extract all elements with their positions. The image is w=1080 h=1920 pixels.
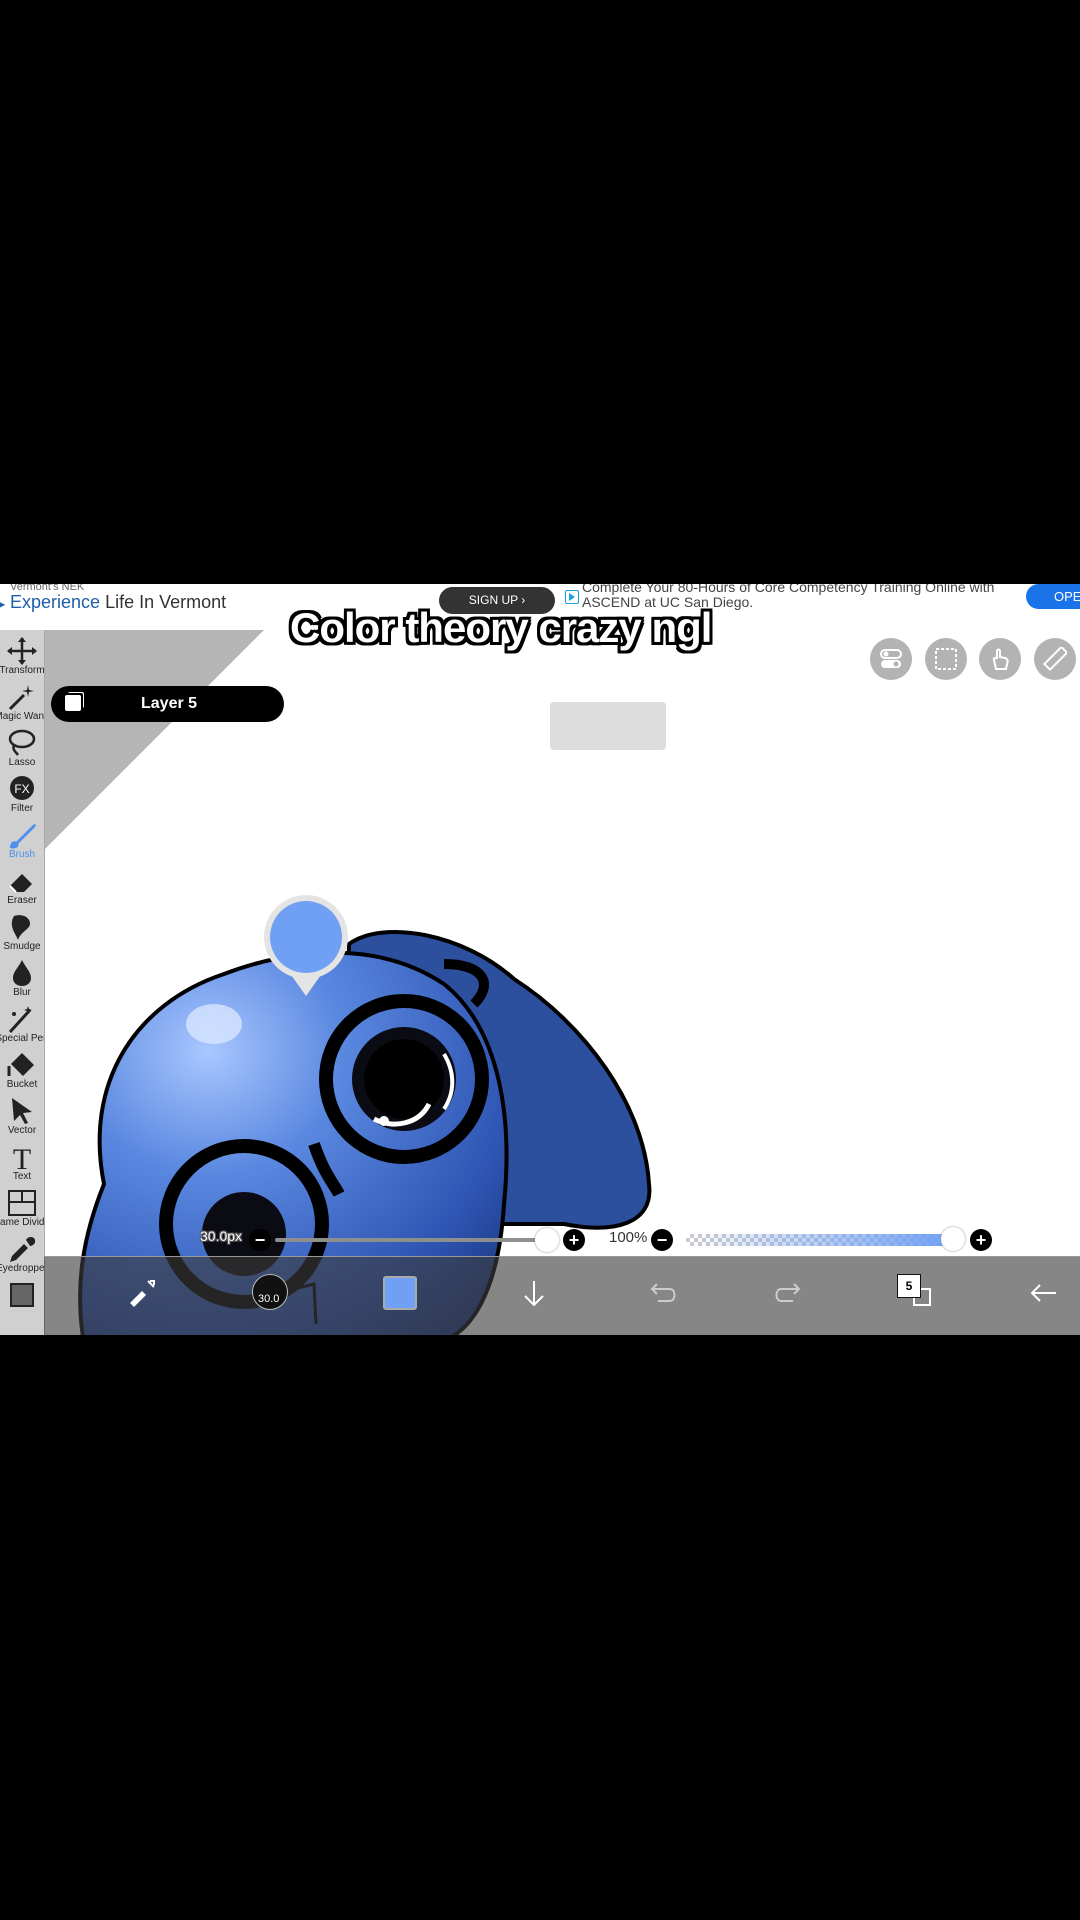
brush-size-slider[interactable] (275, 1238, 545, 1242)
opacity-slider[interactable] (686, 1234, 954, 1246)
arrow-left-icon (1030, 1284, 1056, 1302)
fx-icon: FX (10, 776, 34, 800)
arrow-down-icon (524, 1281, 544, 1307)
tool-smudge[interactable]: Smudge (0, 910, 44, 956)
layer-name: Layer 5 (141, 695, 198, 712)
undo-button[interactable] (632, 1257, 692, 1335)
brush-size-indicator: 30.0 (258, 1293, 280, 1305)
color-preview (270, 901, 342, 973)
smudge-icon (11, 915, 31, 940)
square-icon (10, 1283, 34, 1307)
video-caption: Color theory crazy ngl (290, 604, 712, 651)
tool-text[interactable]: T Text (0, 1140, 44, 1186)
eraser-icon (9, 874, 32, 893)
ruler-button[interactable] (1034, 638, 1076, 680)
brush-size-decrease-button[interactable]: − (249, 1229, 271, 1251)
brush-size-slider-handle[interactable] (535, 1228, 559, 1252)
layers-button[interactable]: 5 (888, 1257, 948, 1335)
redo-button[interactable] (759, 1257, 819, 1335)
bottom-toolbar: 30.0 5 (44, 1256, 1080, 1335)
ad-arrow-icon: ▶ (0, 597, 6, 611)
tool-magic-wand[interactable]: Magic Wand (0, 680, 44, 726)
magic-wand-icon (8, 685, 34, 711)
tool-special-pen[interactable]: Special Pen (0, 1002, 44, 1048)
redo-icon (775, 1283, 801, 1302)
opacity-slider-handle[interactable] (941, 1227, 965, 1251)
tool-blur[interactable]: Blur (0, 956, 44, 1002)
tool-eyedropper[interactable]: Eyedropper (0, 1232, 44, 1278)
brush-eraser-swap-button[interactable] (112, 1257, 172, 1335)
tool-brush[interactable]: Brush (0, 818, 44, 864)
bucket-icon (7, 1053, 34, 1076)
color-swatch-button[interactable] (383, 1276, 417, 1310)
eyedropper-icon (10, 1237, 36, 1262)
brush-icon (10, 824, 36, 849)
brush-size-label: 30.0px (200, 1228, 243, 1244)
selection-button[interactable] (925, 638, 967, 680)
color-picker-bubble (264, 895, 348, 979)
download-button[interactable] (504, 1257, 564, 1335)
cursor-icon (12, 1098, 32, 1124)
move-icon (7, 637, 37, 665)
svg-text:T: T (13, 1143, 31, 1172)
tool-vector[interactable]: Vector (0, 1094, 44, 1140)
hand-icon (992, 648, 1009, 670)
tool-frame-divider[interactable]: Frame Divider (0, 1186, 44, 1232)
tool-filter[interactable]: FX Filter (0, 772, 44, 818)
drop-icon (13, 960, 31, 986)
layer-selector[interactable]: Layer 5 (51, 686, 284, 722)
svg-text:FX: FX (14, 782, 29, 796)
toggle-icon (880, 649, 902, 668)
opacity-increase-button[interactable]: + (970, 1229, 992, 1251)
opacity-label: 100% (609, 1229, 648, 1246)
brush-size-increase-button[interactable]: + (563, 1229, 585, 1251)
ruler-icon (1043, 647, 1067, 671)
touch-button[interactable] (979, 638, 1021, 680)
app-screen: Vermont's NEK ▶ Experience Life In Vermo… (0, 584, 1080, 1335)
tool-bucket[interactable]: Bucket (0, 1048, 44, 1094)
selection-icon (935, 648, 957, 670)
tool-transform[interactable]: Transform (0, 634, 44, 680)
frame-divider-icon (8, 1190, 36, 1216)
toggle-panel-button[interactable] (870, 638, 912, 680)
text-icon: T (13, 1143, 31, 1172)
tool-sidebar: Transform Magic Wand Lasso FX Filter Bru… (0, 630, 45, 1335)
opacity-decrease-button[interactable]: − (651, 1229, 673, 1251)
lasso-icon (8, 729, 36, 756)
layer-visibility-icon[interactable] (65, 695, 81, 711)
undo-icon (650, 1283, 676, 1302)
layer-count: 5 (897, 1274, 921, 1298)
back-button[interactable] (1014, 1257, 1074, 1335)
tool-partial[interactable] (0, 1278, 44, 1324)
tool-eraser[interactable]: Eraser (0, 864, 44, 910)
tool-lasso[interactable]: Lasso (0, 726, 44, 772)
special-pen-icon (8, 1006, 32, 1034)
swap-tool-icon (130, 1280, 155, 1307)
